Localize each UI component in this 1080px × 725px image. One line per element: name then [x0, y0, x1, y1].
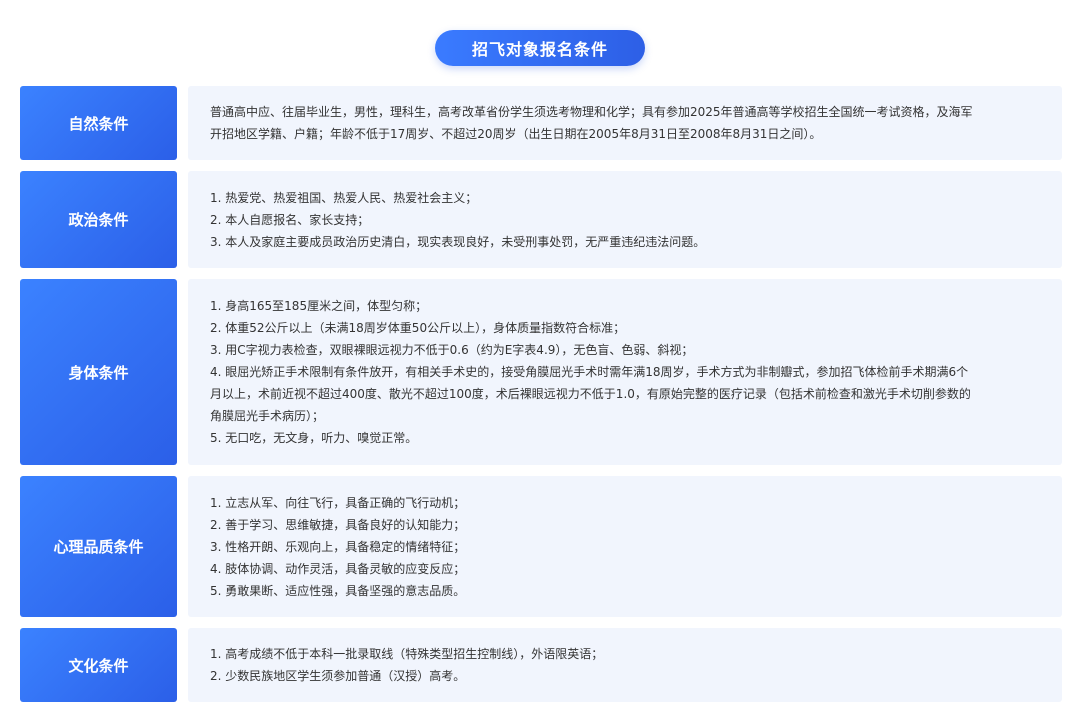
content-line: 1. 热爱党、热爱祖国、热爱人民、热爱社会主义；	[210, 190, 478, 205]
content-line: 开招地区学籍、户籍；年龄不低于17周岁、不超过20周岁（出生日期在2005年8月…	[210, 127, 822, 141]
page-title: 招飞对象报名条件	[435, 30, 645, 66]
section-content: 1. 立志从军、向往飞行，具备正确的飞行动机； 2. 善于学习、思维敏捷，具备良…	[188, 476, 1062, 617]
section-natural-conditions: 自然条件 普通高中应、往届毕业生，男性，理科生，高考改革省份学生须选考物理和化学…	[20, 86, 1062, 160]
content-line: 2. 本人自愿报名、家长支持；	[210, 212, 370, 227]
section-label: 自然条件	[20, 86, 177, 160]
section-content: 1. 热爱党、热爱祖国、热爱人民、热爱社会主义； 2. 本人自愿报名、家长支持；…	[188, 171, 1062, 268]
section-physical-conditions: 身体条件 1. 身高165至185厘米之间，体型匀称； 2. 体重52公斤以上（…	[20, 279, 1062, 465]
content-line: 4. 眼屈光矫正手术限制有条件放开，有相关手术史的，接受角膜屈光手术时需年满18…	[210, 365, 969, 379]
section-content: 1. 高考成绩不低于本科一批录取线（特殊类型招生控制线），外语限英语； 2. 少…	[188, 628, 1062, 702]
content-line: 2. 善于学习、思维敏捷，具备良好的认知能力；	[210, 517, 466, 532]
section-cultural-conditions: 文化条件 1. 高考成绩不低于本科一批录取线（特殊类型招生控制线），外语限英语；…	[20, 628, 1062, 702]
content-line: 3. 性格开朗、乐观向上，具备稳定的情绪特征；	[210, 539, 466, 554]
content-line: 3. 用C字视力表检查，双眼裸眼远视力不低于0.6（约为E字表4.9），无色盲、…	[210, 343, 694, 357]
content-line: 角膜屈光手术病历）；	[210, 409, 325, 423]
section-content: 1. 身高165至185厘米之间，体型匀称； 2. 体重52公斤以上（未满18周…	[188, 279, 1062, 465]
section-label: 文化条件	[20, 628, 177, 702]
content-line: 4. 肢体协调、动作灵活，具备灵敏的应变反应；	[210, 561, 466, 576]
content-line: 2. 体重52公斤以上（未满18周岁体重50公斤以上），身体质量指数符合标准；	[210, 321, 626, 335]
section-psychological-conditions: 心理品质条件 1. 立志从军、向往飞行，具备正确的飞行动机； 2. 善于学习、思…	[20, 476, 1062, 617]
content-line: 5. 勇敢果断、适应性强，具备坚强的意志品质。	[210, 583, 466, 598]
content-line: 5. 无口吃，无文身，听力、嗅觉正常。	[210, 431, 418, 445]
content-line: 月以上，术前近视不超过400度、散光不超过100度，术后裸眼远视力不低于1.0，…	[210, 387, 971, 401]
content-line: 1. 立志从军、向往飞行，具备正确的飞行动机；	[210, 495, 466, 510]
section-content: 普通高中应、往届毕业生，男性，理科生，高考改革省份学生须选考物理和化学；具有参加…	[188, 86, 1062, 160]
content-line: 2. 少数民族地区学生须参加普通（汉授）高考。	[210, 669, 466, 683]
section-label: 身体条件	[20, 279, 177, 465]
conditions-list: 自然条件 普通高中应、往届毕业生，男性，理科生，高考改革省份学生须选考物理和化学…	[20, 86, 1062, 713]
content-line: 3. 本人及家庭主要成员政治历史清白，现实表现良好，未受刑事处罚，无严重违纪违法…	[210, 234, 706, 249]
section-political-conditions: 政治条件 1. 热爱党、热爱祖国、热爱人民、热爱社会主义； 2. 本人自愿报名、…	[20, 171, 1062, 268]
content-line: 普通高中应、往届毕业生，男性，理科生，高考改革省份学生须选考物理和化学；具有参加…	[210, 105, 973, 119]
title-container: 招飞对象报名条件	[0, 30, 1080, 66]
content-line: 1. 高考成绩不低于本科一批录取线（特殊类型招生控制线），外语限英语；	[210, 647, 604, 661]
section-label: 心理品质条件	[20, 476, 177, 617]
section-label: 政治条件	[20, 171, 177, 268]
content-line: 1. 身高165至185厘米之间，体型匀称；	[210, 299, 428, 313]
